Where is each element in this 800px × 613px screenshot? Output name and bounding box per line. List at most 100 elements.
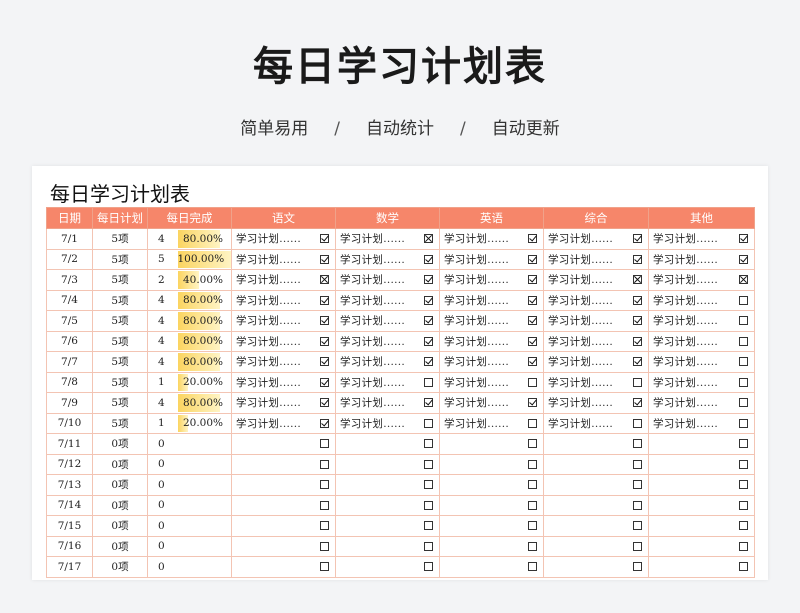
cell-done-count[interactable]: 2 (147, 269, 178, 291)
checkbox-empty-icon[interactable] (424, 521, 433, 530)
cell-task[interactable]: 学习计划...... (335, 228, 440, 250)
cell-task[interactable]: 学习计划...... (543, 392, 649, 414)
checkbox-checked-icon[interactable] (320, 336, 329, 346)
cell-task[interactable] (648, 515, 755, 537)
cell-plan-count[interactable]: 0项 (92, 515, 148, 537)
cell-task[interactable] (648, 433, 755, 455)
cell-task[interactable]: 学习计划...... (648, 310, 755, 332)
cell-done-percent[interactable]: 20.00% (177, 412, 232, 434)
cell-task[interactable]: 学习计划...... (231, 228, 336, 250)
checkbox-crossed-icon[interactable] (739, 275, 748, 284)
cell-task[interactable]: 学习计划...... (648, 351, 755, 373)
cell-done-count[interactable]: 4 (147, 289, 178, 311)
checkbox-checked-icon[interactable] (424, 254, 433, 264)
checkbox-empty-icon[interactable] (528, 418, 537, 428)
cell-done-percent[interactable]: 40.00% (177, 269, 232, 291)
cell-done-count[interactable]: 0 (147, 494, 178, 516)
checkbox-checked-icon[interactable] (528, 336, 537, 346)
cell-task[interactable]: 学习计划...... (335, 371, 440, 393)
cell-task[interactable]: 学习计划...... (231, 310, 336, 332)
checkbox-checked-icon[interactable] (424, 398, 433, 407)
checkbox-empty-icon[interactable] (739, 562, 748, 571)
cell-done-count[interactable]: 4 (147, 392, 178, 414)
cell-done-count[interactable]: 4 (147, 228, 178, 250)
cell-task[interactable] (648, 453, 755, 475)
cell-task[interactable] (231, 453, 336, 475)
checkbox-empty-icon[interactable] (633, 418, 642, 428)
cell-done-percent[interactable]: 80.00% (177, 310, 232, 332)
checkbox-empty-icon[interactable] (528, 459, 537, 469)
checkbox-empty-icon[interactable] (320, 521, 329, 530)
col-header-chinese[interactable]: 语文 (231, 207, 336, 229)
cell-date[interactable]: 7/7 (46, 351, 93, 373)
checkbox-checked-icon[interactable] (739, 254, 748, 264)
cell-date[interactable]: 7/8 (46, 371, 93, 393)
cell-plan-count[interactable]: 0项 (92, 494, 148, 516)
cell-plan-count[interactable]: 5项 (92, 228, 148, 250)
cell-date[interactable]: 7/1 (46, 228, 93, 250)
cell-task[interactable]: 学习计划...... (543, 228, 649, 250)
checkbox-empty-icon[interactable] (528, 541, 537, 551)
checkbox-empty-icon[interactable] (633, 521, 642, 530)
checkbox-checked-icon[interactable] (739, 234, 748, 243)
cell-plan-count[interactable]: 5项 (92, 289, 148, 311)
checkbox-empty-icon[interactable] (739, 480, 748, 489)
cell-task[interactable] (543, 494, 649, 516)
cell-task[interactable]: 学习计划...... (648, 248, 755, 270)
checkbox-crossed-icon[interactable] (424, 234, 433, 243)
cell-task[interactable] (335, 535, 440, 557)
cell-date[interactable]: 7/2 (46, 248, 93, 270)
checkbox-checked-icon[interactable] (424, 295, 433, 305)
cell-date[interactable]: 7/11 (46, 433, 93, 455)
checkbox-empty-icon[interactable] (424, 459, 433, 469)
checkbox-checked-icon[interactable] (528, 295, 537, 305)
checkbox-empty-icon[interactable] (424, 500, 433, 510)
checkbox-crossed-icon[interactable] (320, 275, 329, 284)
cell-task[interactable] (335, 474, 440, 496)
cell-task[interactable]: 学习计划...... (231, 351, 336, 373)
cell-task[interactable]: 学习计划...... (335, 392, 440, 414)
cell-task[interactable] (335, 515, 440, 537)
cell-done-percent[interactable]: 20.00% (177, 371, 232, 393)
checkbox-checked-icon[interactable] (633, 336, 642, 346)
cell-plan-count[interactable]: 5项 (92, 392, 148, 414)
cell-date[interactable]: 7/9 (46, 392, 93, 414)
checkbox-empty-icon[interactable] (424, 480, 433, 489)
checkbox-empty-icon[interactable] (320, 562, 329, 571)
checkbox-checked-icon[interactable] (633, 316, 642, 325)
cell-plan-count[interactable]: 5项 (92, 412, 148, 434)
cell-task[interactable]: 学习计划...... (543, 412, 649, 434)
cell-done-count[interactable]: 5 (147, 248, 178, 270)
checkbox-empty-icon[interactable] (739, 336, 748, 346)
cell-task[interactable] (648, 474, 755, 496)
checkbox-empty-icon[interactable] (739, 316, 748, 325)
cell-task[interactable]: 学习计划...... (335, 310, 440, 332)
checkbox-empty-icon[interactable] (528, 521, 537, 530)
checkbox-empty-icon[interactable] (739, 521, 748, 530)
cell-task[interactable]: 学习计划...... (543, 289, 649, 311)
cell-task[interactable] (439, 494, 544, 516)
cell-task[interactable]: 学习计划...... (648, 392, 755, 414)
checkbox-empty-icon[interactable] (528, 500, 537, 510)
cell-task[interactable]: 学习计划...... (439, 371, 544, 393)
checkbox-checked-icon[interactable] (424, 336, 433, 346)
cell-done-count[interactable]: 0 (147, 453, 178, 475)
checkbox-empty-icon[interactable] (739, 459, 748, 469)
cell-task[interactable]: 学习计划...... (439, 248, 544, 270)
checkbox-empty-icon[interactable] (424, 439, 433, 448)
cell-plan-count[interactable]: 0项 (92, 474, 148, 496)
checkbox-empty-icon[interactable] (633, 500, 642, 510)
cell-task[interactable]: 学习计划...... (439, 412, 544, 434)
cell-task[interactable]: 学习计划...... (231, 248, 336, 270)
cell-task[interactable] (439, 474, 544, 496)
cell-done-count[interactable]: 1 (147, 371, 178, 393)
cell-plan-count[interactable]: 5项 (92, 248, 148, 270)
cell-done-percent[interactable] (177, 494, 232, 516)
cell-task[interactable] (439, 433, 544, 455)
cell-task[interactable]: 学习计划...... (231, 371, 336, 393)
cell-task[interactable]: 学习计划...... (648, 289, 755, 311)
checkbox-empty-icon[interactable] (320, 541, 329, 551)
cell-plan-count[interactable]: 5项 (92, 351, 148, 373)
checkbox-checked-icon[interactable] (320, 418, 329, 428)
cell-done-percent[interactable] (177, 556, 232, 578)
